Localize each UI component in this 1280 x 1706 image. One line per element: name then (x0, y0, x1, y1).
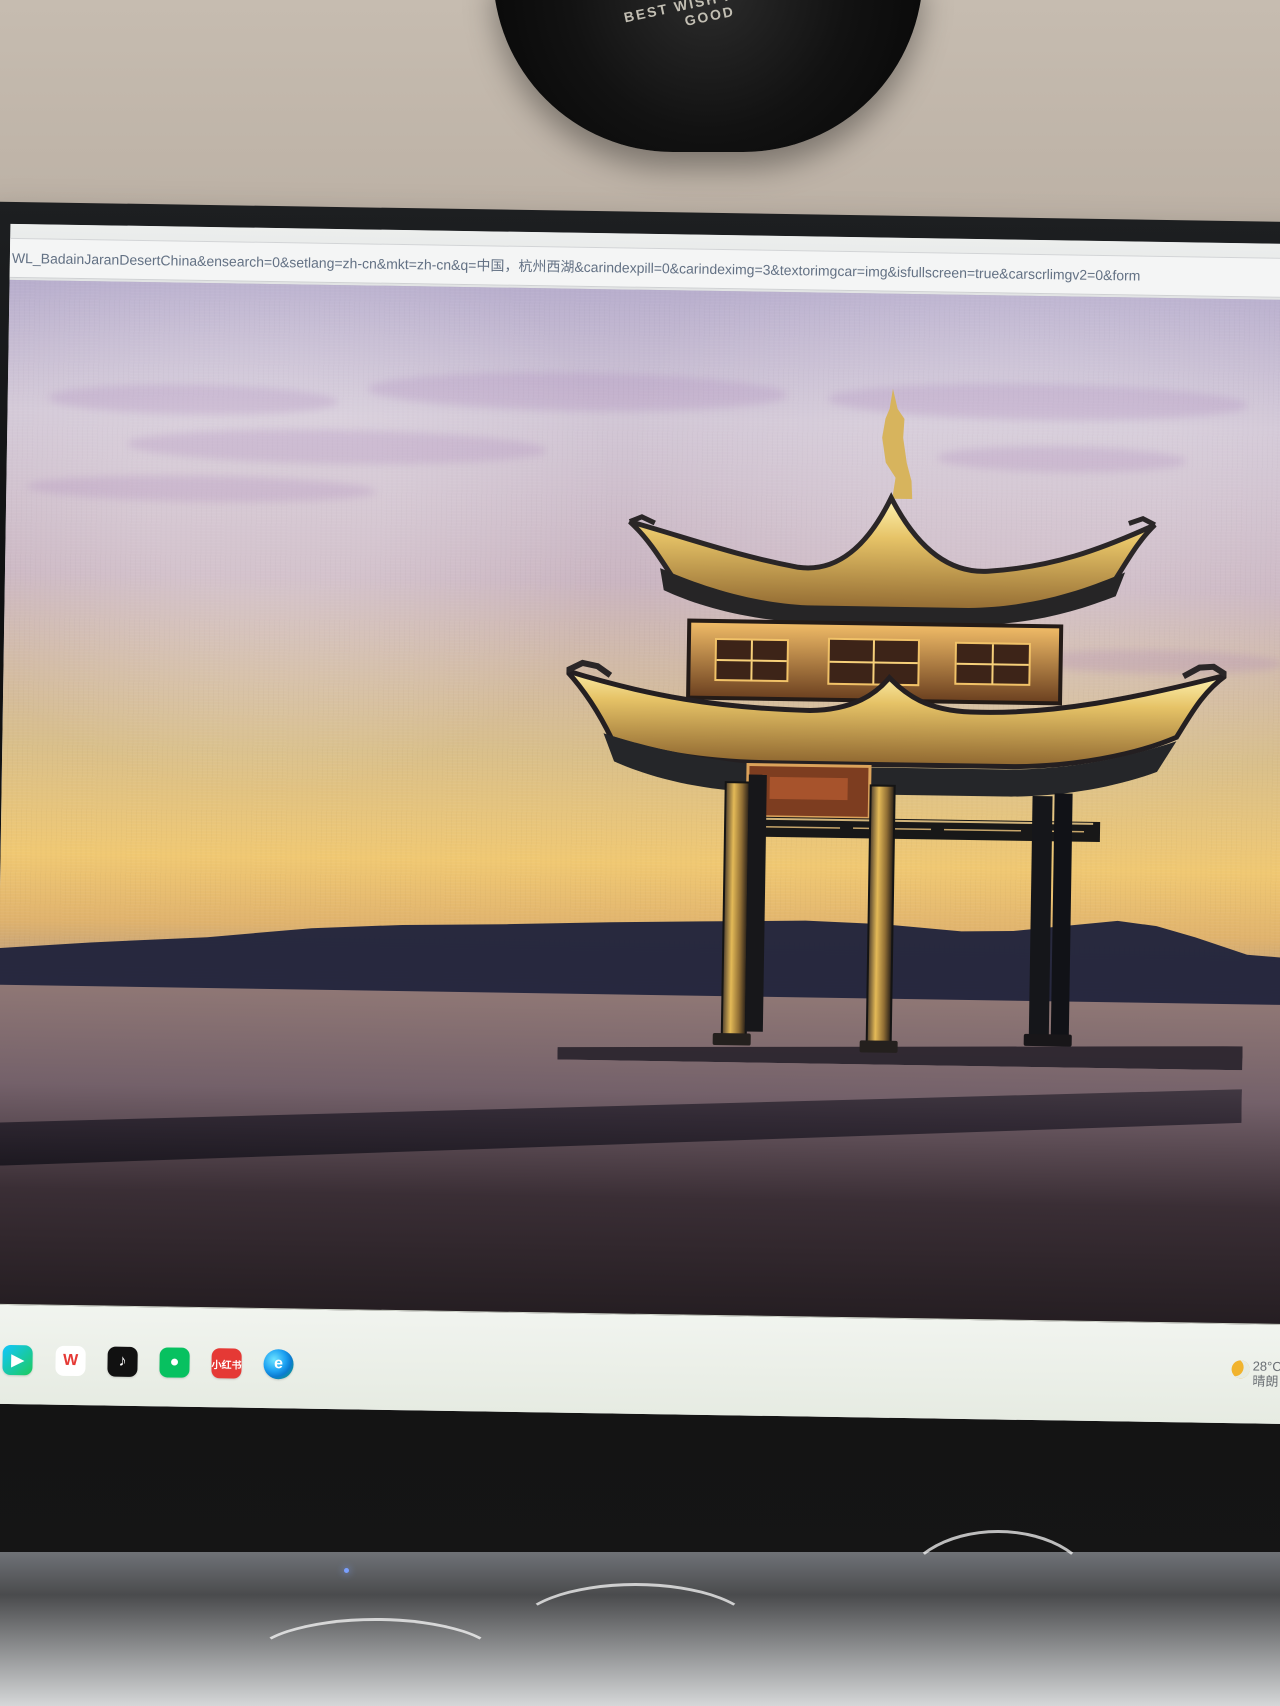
monitor-power-light (344, 1568, 349, 1573)
weather-status: 晴朗 (1252, 1373, 1279, 1389)
cloud-streak (47, 382, 338, 418)
pavilion-illustration (560, 376, 1231, 1076)
wechat-icon[interactable]: ● (159, 1347, 190, 1378)
cable-loop (515, 1583, 756, 1677)
xiaohongshu-label: 小红书 (211, 1359, 242, 1372)
screen: WL_BadainJaranDesertChina&ensearch=0&set… (0, 223, 1280, 1425)
edge-icon[interactable]: e (263, 1348, 294, 1380)
xiaohongshu-icon[interactable]: 小红书 (211, 1348, 242, 1379)
cable-loop (900, 1530, 1096, 1656)
tiktok-icon[interactable]: ♪ (107, 1346, 138, 1377)
pavilion-svg (560, 388, 1229, 1053)
edge-letter: e (273, 1355, 284, 1373)
taskbar: ▶ 视频 W ♪ ● 小红书 e 28°C 晴朗 (0, 1303, 1280, 1425)
image-viewer[interactable] (0, 279, 1280, 1383)
cloud-streak (26, 473, 377, 505)
wechat-bubble: ● (169, 1353, 180, 1371)
video-app-label: 视频 (12, 1407, 29, 1417)
clock-text: BEST WISH FOR MY GOOD (622, 0, 791, 29)
cable-loop (250, 1618, 501, 1702)
video-app-symbol: ▶ (11, 1352, 24, 1370)
weather-text: 28°C 晴朗 (1252, 1359, 1280, 1390)
video-app-icon[interactable]: ▶ 视频 (2, 1344, 33, 1416)
weather-temperature: 28°C (1252, 1358, 1280, 1374)
tiktok-note: ♪ (118, 1352, 127, 1370)
wps-letter: W (62, 1351, 79, 1370)
weather-moon-icon (1231, 1360, 1250, 1379)
monitor: WL_BadainJaranDesertChina&ensearch=0&set… (0, 201, 1280, 1585)
cloud-streak (126, 426, 548, 468)
wps-icon[interactable]: W (55, 1345, 86, 1377)
